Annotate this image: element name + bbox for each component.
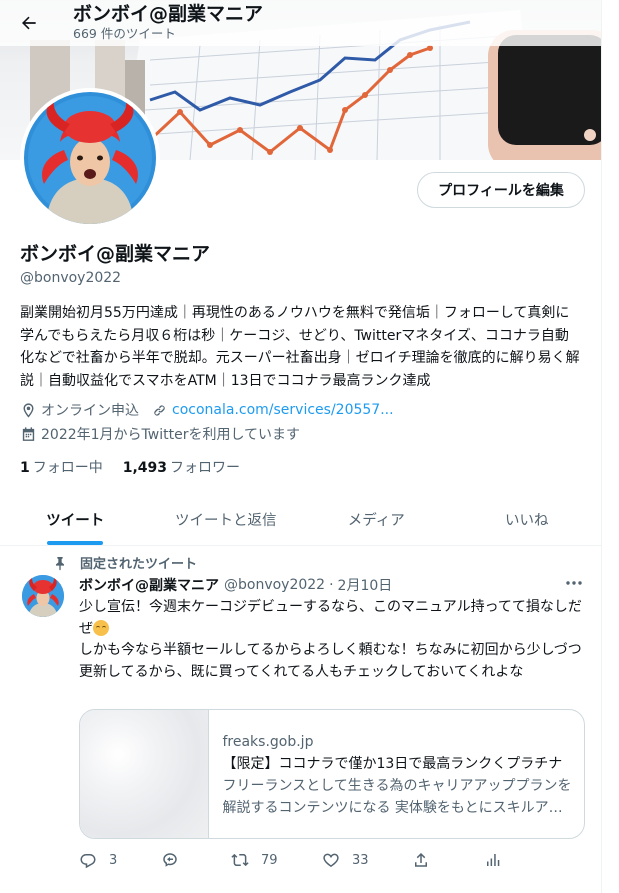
- share-to-button[interactable]: [161, 851, 179, 869]
- reply-count: 3: [109, 852, 118, 868]
- profile-website-link[interactable]: coconala.com/services/20557...: [172, 402, 394, 418]
- followers-count: 1,493: [122, 460, 168, 476]
- profile-column: ボンボイ@副業マニア 669 件のツイート プロフィールを編集 ボンボイ@副業マ…: [0, 0, 602, 893]
- link-card[interactable]: freaks.gob.jp 【限定】ココナラで僅か13日で最高ランクくプラチナ …: [79, 709, 585, 839]
- following-count: 1: [20, 460, 30, 476]
- profile-avatar[interactable]: [20, 88, 160, 228]
- analytics-icon: [487, 854, 500, 866]
- pinned-label: 固定されたツイート: [80, 557, 198, 572]
- profile-tabs: ツイート ツイートと返信 メディア いいね: [0, 494, 602, 546]
- smiling-face-emoji-icon: [93, 619, 109, 636]
- header-title: ボンボイ@副業マニア: [73, 2, 264, 25]
- upload-icon: [415, 852, 427, 867]
- tweet-text-rest: しかも今なら半額セールしてるからよろしく頼むな！ちなみに初回から少しづつ更新して…: [79, 642, 582, 680]
- profile-meta-row: オンライン申込 coconala.com/services/20557...: [20, 400, 394, 420]
- retweet-icon: [231, 853, 249, 867]
- profile-joined-row: 2022年1月からTwitterを利用しています: [20, 424, 300, 444]
- profile-header-bar: ボンボイ@副業マニア 669 件のツイート: [0, 0, 601, 46]
- tweet-text-line1: 少し宣伝！今週末ケーコジデビューするなら、このマニュアル持ってて損なしだぜ: [79, 599, 582, 637]
- tweet-avatar-image: [22, 575, 64, 617]
- link-card-description: フリーランスとして生きる為のキャリアアッププランを解説するコンテンツになる 実体…: [222, 778, 572, 816]
- profile-handle: @bonvoy2022: [20, 270, 122, 286]
- link-card-domain: freaks.gob.jp: [222, 734, 314, 750]
- tweet-header: ボンボイ@副業マニア @bonvoy2022 · 2月10日: [79, 575, 392, 595]
- following-link[interactable]: 1 フォロー中: [20, 457, 103, 477]
- tab-tweets[interactable]: ツイート: [0, 494, 151, 545]
- like-button[interactable]: 33: [322, 851, 369, 869]
- analytics-button[interactable]: [484, 851, 502, 869]
- tweet-more-button[interactable]: [564, 574, 586, 592]
- like-icon: [323, 853, 339, 867]
- tweet-author-name[interactable]: ボンボイ@副業マニア: [79, 575, 219, 595]
- tweet-avatar[interactable]: [22, 575, 64, 617]
- link-card-image: [80, 710, 210, 838]
- tab-likes[interactable]: いいね: [452, 494, 602, 545]
- retweet-button[interactable]: 79: [231, 851, 278, 869]
- upload-button[interactable]: [412, 851, 430, 869]
- avatar-image: [24, 92, 156, 224]
- tweet-author-handle[interactable]: @bonvoy2022: [224, 577, 325, 593]
- tab-media[interactable]: メディア: [301, 494, 452, 545]
- profile-location: オンライン申込: [41, 403, 139, 419]
- tweet-text: 少し宣伝！今週末ケーコジデビューするなら、このマニュアル持ってて損なしだぜ しか…: [79, 597, 584, 683]
- following-label: フォロー中: [32, 460, 103, 476]
- tweet-date[interactable]: 2月10日: [338, 575, 393, 595]
- tab-tweets-and-replies[interactable]: ツイートと返信: [151, 494, 302, 545]
- profile-bio: 副業開始初月55万円達成｜再現性のあるノウハウを無料で発信垢｜フォローして真剣に…: [20, 305, 580, 389]
- follow-stats: 1 フォロー中 1,493 フォロワー: [20, 457, 240, 477]
- link-icon: [151, 402, 168, 419]
- pin-icon: [56, 556, 64, 570]
- reply-button[interactable]: 3: [79, 851, 117, 869]
- retweet-count: 79: [261, 852, 278, 868]
- back-button[interactable]: [12, 6, 46, 40]
- profile-name: ボンボイ@副業マニア: [20, 243, 211, 265]
- tweet-separator: ·: [329, 577, 334, 593]
- profile-joined-date: 2022年1月からTwitterを利用しています: [41, 427, 301, 443]
- edit-profile-button[interactable]: プロフィールを編集: [417, 172, 585, 208]
- tweet-actions: 3 79 33: [79, 851, 502, 873]
- calendar-icon: [20, 426, 37, 443]
- header-tweet-count: 669 件のツイート: [73, 25, 176, 41]
- followers-link[interactable]: 1,493 フォロワー: [123, 457, 240, 477]
- back-arrow-icon: [22, 16, 36, 30]
- reply-icon: [80, 854, 96, 869]
- followers-label: フォロワー: [170, 460, 241, 476]
- share-to-icon: [163, 853, 177, 867]
- link-card-title: 【限定】ココナラで僅か13日で最高ランクくプラチナ: [222, 756, 563, 772]
- like-count: 33: [352, 852, 369, 868]
- pinned-indicator: 固定されたツイート: [52, 553, 197, 572]
- location-icon: [20, 402, 37, 419]
- right-sidebar-edge: [603, 0, 619, 893]
- more-icon: [566, 581, 582, 585]
